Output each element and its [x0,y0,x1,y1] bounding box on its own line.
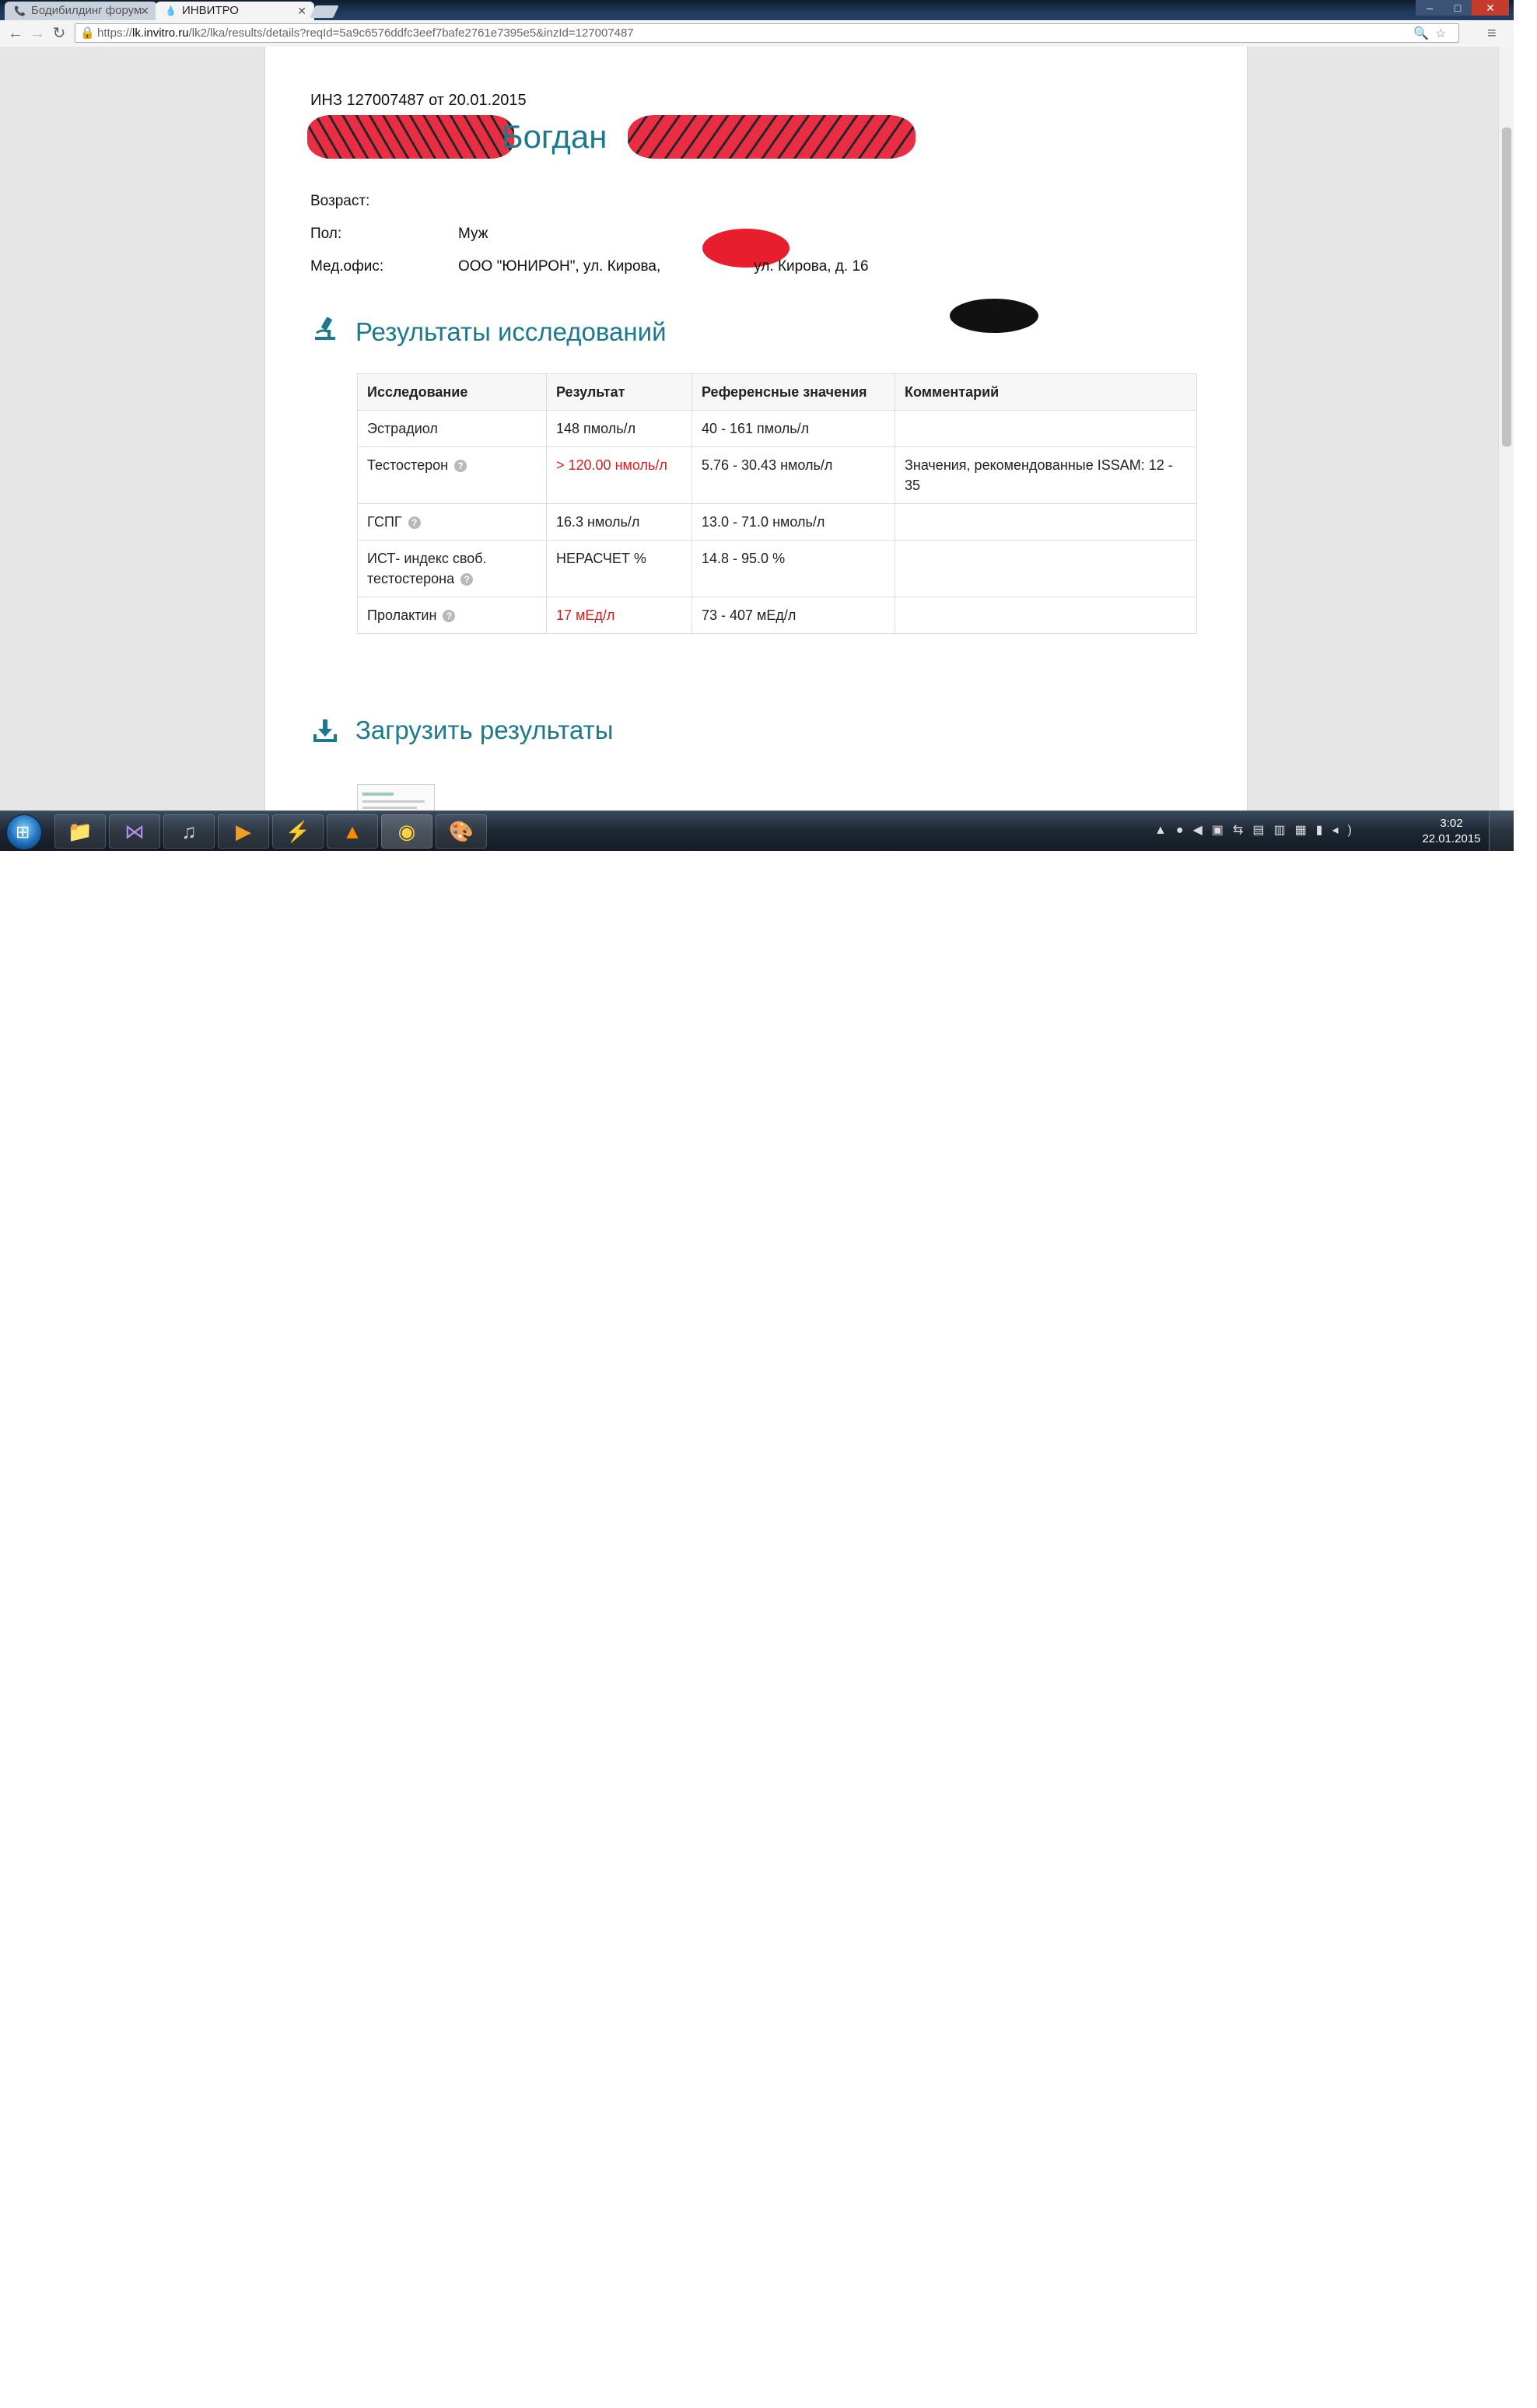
browser-toolbar: ← → ↻ 🔒 https://lk.invitro.ru/lk2/lka/re… [0,20,1514,47]
test-result: > 120.00 нмоль/л [546,446,692,504]
test-name: Тестостерон? [357,446,547,504]
office-label: Мед.офис: [310,258,384,275]
col-header-result: Результат [546,373,692,411]
test-name: ИСТ- индекс своб. тестостерона? [357,540,547,597]
tab-close-icon[interactable]: ✕ [140,2,149,20]
tab-label: ИНВИТРО [182,4,239,17]
test-name: Пролактин? [357,597,547,634]
table-row: ГСПГ? 16.3 нмоль/л 13.0 - 71.0 нмоль/л [357,503,1197,541]
maximize-button[interactable]: □ [1444,0,1472,16]
browser-titlebar: 📞 Бодибилдинг форум ✕ 💧 ИНВИТРО ✕ – □ ✕ [0,0,1514,20]
forward-arrow-icon[interactable]: → [28,24,47,43]
table-header-row: Исследование Результат Референсные значе… [357,373,1197,411]
test-reference: 14.8 - 95.0 % [691,540,895,597]
table-row: ИСТ- индекс своб. тестостерона? НЕРАСЧЕТ… [357,540,1197,597]
office-value: ООО "ЮНИРОН", ул. Кирова, ул. Кирова, д. … [458,258,869,275]
help-icon[interactable]: ? [454,460,467,472]
test-result: 17 мЕд/л [546,597,692,634]
help-icon[interactable]: ? [408,516,421,529]
table-row: Пролактин? 17 мЕд/л 73 - 407 мЕд/л [357,597,1197,634]
test-result: 16.3 нмоль/л [546,503,692,541]
test-reference: 5.76 - 30.43 нмоль/л [691,446,895,504]
minimize-button[interactable]: – [1416,0,1444,16]
inz-line: ИНЗ 127007487 от 20.01.2015 [310,92,527,109]
visual-studio-icon[interactable]: ⋈ [109,814,160,849]
test-comment [895,410,1197,447]
table-row: Тестостерон? > 120.00 нмоль/л 5.76 - 30.… [357,446,1197,504]
test-reference: 40 - 161 пмоль/л [691,410,895,447]
help-icon[interactable]: ? [460,573,474,586]
redaction-scribble [628,115,916,159]
patient-name: Богдан [307,114,930,160]
redaction-blob [950,299,1038,333]
sex-label: Пол: [310,226,342,242]
new-tab-button[interactable] [310,5,339,18]
screenshot: 📞 Бодибилдинг форум ✕ 💧 ИНВИТРО ✕ – □ ✕ … [0,0,1514,851]
test-name: Эстрадиол [357,410,547,447]
vlc-icon[interactable]: ▲ [327,814,378,849]
test-result: НЕРАСЧЕТ % [546,540,692,597]
table-row: Эстрадиол 148 пмоль/л 40 - 161 пмоль/л [357,410,1197,447]
result-document-thumbnail[interactable] [357,784,435,810]
system-clock[interactable]: 3:02 22.01.2015 [1420,816,1483,847]
bookmark-star-icon[interactable]: ☆ [1435,26,1446,41]
col-header-test: Исследование [357,373,547,411]
address-bar[interactable]: 🔒 https://lk.invitro.ru/lk2/lka/results/… [75,23,1459,43]
forum-icon: 📞 [14,5,26,16]
col-header-reference: Референсные значения [691,373,895,411]
chrome-icon[interactable]: ◉ [381,814,432,849]
sex-value: Муж [458,226,488,242]
close-window-button[interactable]: ✕ [1472,0,1509,16]
paint-icon[interactable]: 🎨 [436,814,487,849]
test-reference: 13.0 - 71.0 нмоль/л [691,503,895,541]
windows-logo-icon: ⊞ [16,822,30,842]
download-manager-icon[interactable]: ⚡ [272,814,324,849]
test-comment: Значения, рекомендованные ISSAM: 12 - 35 [895,446,1197,504]
page-viewport: ИНЗ 127007487 от 20.01.2015 Богдан Возра… [0,47,1498,810]
explorer-icon[interactable]: 📁 [54,814,106,849]
scrollbar-thumb[interactable] [1502,128,1511,446]
start-button[interactable]: ⊞ [6,814,42,850]
audio-player-icon[interactable]: ♫ [163,814,215,849]
test-result: 148 пмоль/л [546,410,692,447]
results-card: ИНЗ 127007487 от 20.01.2015 Богдан Возра… [264,47,1248,810]
media-player-icon[interactable]: ▶ [218,814,269,849]
url-text: https://lk.invitro.ru/lk2/lka/results/de… [97,26,634,40]
tab-close-icon[interactable]: ✕ [297,2,306,20]
help-icon[interactable]: ? [443,610,456,622]
reload-icon[interactable]: ↻ [50,24,68,43]
test-comment [895,503,1197,541]
test-name: ГСПГ? [357,503,547,541]
test-comment [895,540,1197,597]
microscope-icon [315,317,335,340]
age-label: Возраст: [310,193,370,209]
system-tray[interactable]: ▲●◀▣⇆▤▥▦▮◂) [1154,822,1361,838]
windows-taskbar: ⊞ 📁 ⋈ ♫ ▶ ⚡ ▲ ◉ 🎨 ▲●◀▣⇆▤▥▦▮◂) 3:02 22.01… [0,810,1514,851]
back-arrow-icon[interactable]: ← [6,24,25,43]
test-comment [895,597,1197,634]
test-reference: 73 - 407 мЕд/л [691,597,895,634]
wrench-menu-icon[interactable]: ≡ [1487,25,1497,43]
tab-forum[interactable]: 📞 Бодибилдинг форум ✕ [5,2,157,20]
tab-label: Бодибилдинг форум [31,4,142,17]
patient-first-name: Богдан [502,118,607,155]
results-table: Исследование Результат Референсные значе… [357,373,1197,634]
show-desktop-button[interactable] [1489,811,1514,851]
zoom-icon[interactable]: 🔍 [1413,26,1429,41]
col-header-comment: Комментарий [895,373,1197,411]
download-section-title: Загрузить результаты [355,716,614,744]
download-icon [313,719,337,742]
tab-invitro[interactable]: 💧 ИНВИТРО ✕ [156,2,314,20]
page-scrollbar[interactable] [1498,47,1514,810]
redaction-scribble [307,115,514,159]
invitro-drop-icon: 💧 [165,5,177,16]
results-section-title: Результаты исследований [355,317,667,346]
lock-icon: 🔒 [80,26,95,40]
